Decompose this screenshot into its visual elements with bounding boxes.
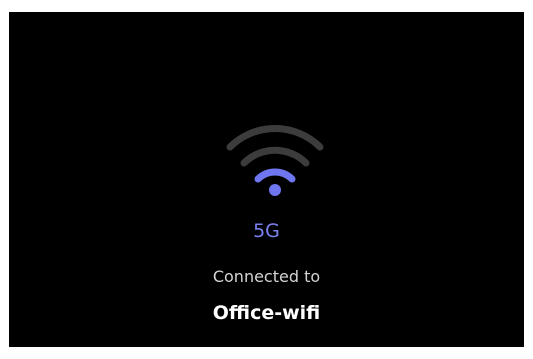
wifi-status-screen: 5G Connected to Office-wifi bbox=[9, 12, 524, 347]
wifi-signal-arc-outer bbox=[226, 125, 324, 151]
wifi-icon bbox=[226, 125, 324, 196]
network-name: Office-wifi bbox=[212, 302, 321, 324]
wifi-signal-dot bbox=[269, 184, 281, 196]
connected-to-label: Connected to bbox=[212, 267, 321, 286]
wifi-signal-arc-inner bbox=[254, 168, 296, 183]
wifi-signal-arc-middle bbox=[240, 146, 310, 167]
network-type-label: 5G bbox=[253, 220, 280, 242]
